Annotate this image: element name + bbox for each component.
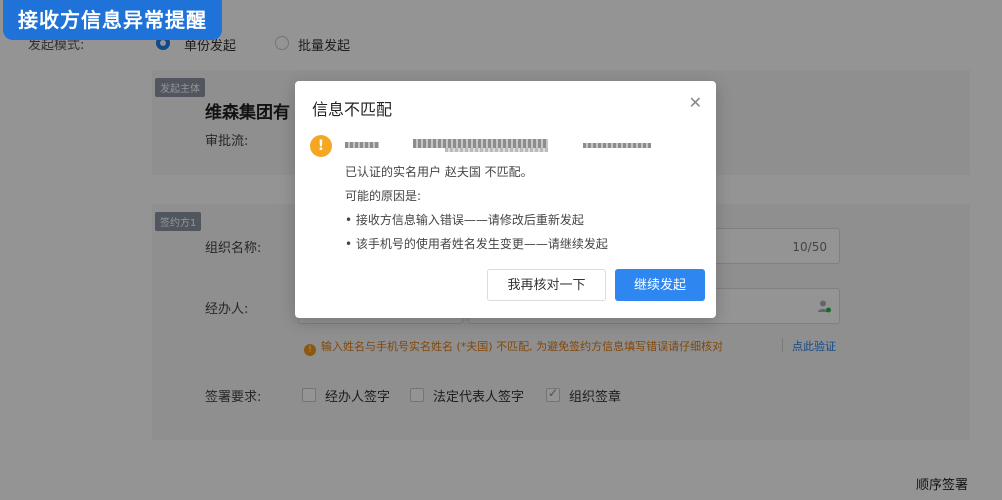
banner-title: 接收方信息异常提醒 [3, 0, 222, 40]
continue-button[interactable]: 继续发起 [615, 269, 705, 301]
dialog-line-4: • 该手机号的使用者姓名发生变更——请继续发起 [345, 237, 608, 251]
recheck-button[interactable]: 我再核对一下 [487, 269, 606, 301]
close-icon[interactable]: ✕ [689, 95, 702, 111]
dialog-line-1: 已认证的实名用户 赵夫国 不匹配。 [345, 165, 533, 179]
dialog-line-2: 可能的原因是: [345, 189, 422, 203]
dialog-title: 信息不匹配 [312, 100, 393, 119]
dialog-line-3: • 接收方信息输入错误——请修改后重新发起 [345, 213, 584, 227]
mismatch-dialog: 信息不匹配 ✕ ! 已认证的实名用户 赵夫国 不匹配。 可能的原因是: • 接收… [295, 81, 716, 318]
warning-icon: ! [310, 135, 332, 157]
